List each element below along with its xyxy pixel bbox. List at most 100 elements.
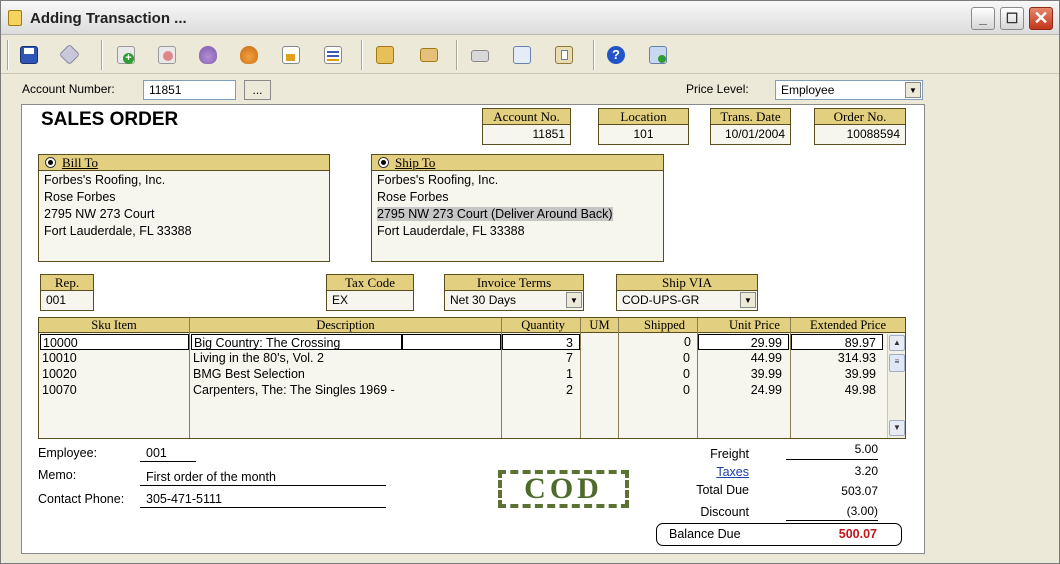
description-cell[interactable]: Big Country: The Crossing (191, 334, 402, 350)
account-no-value[interactable]: 11851 (482, 125, 571, 145)
flask-icon (199, 46, 217, 64)
description-cell[interactable]: BMG Best Selection (193, 366, 499, 382)
toolbar-separator (7, 40, 9, 70)
invoice-terms-value: Net 30 Days (450, 293, 517, 307)
chevron-down-icon[interactable]: ▼ (905, 82, 921, 98)
chevron-down-icon[interactable]: ▼ (889, 420, 905, 436)
delete-button[interactable] (153, 41, 181, 69)
toolbar-separator (101, 40, 103, 70)
unit-price-cell[interactable]: 39.99 (698, 366, 789, 382)
taxes-value: 3.20 (854, 464, 878, 478)
extended-price-cell[interactable]: 314.93 (791, 350, 883, 366)
close-button[interactable]: ✕ (1029, 7, 1053, 30)
preview-button[interactable] (56, 41, 84, 69)
folder-button[interactable] (371, 41, 399, 69)
memo-label: Memo: (38, 468, 77, 482)
quantity-cell[interactable]: 7 (502, 350, 580, 366)
shipped-cell[interactable]: 0 (619, 350, 697, 366)
print-button[interactable] (466, 41, 494, 69)
sku-cell[interactable]: 10020 (42, 366, 187, 382)
save-button[interactable] (15, 41, 43, 69)
balance-due-value: 500.07 (838, 527, 877, 541)
column-sku-item[interactable]: Sku Item (39, 318, 189, 333)
bill-to-header[interactable]: Bill To (38, 154, 330, 171)
freight-label: Freight (710, 447, 749, 461)
help-icon: ? (607, 46, 625, 64)
account-lookup-button[interactable]: ... (244, 80, 271, 100)
report-button[interactable] (319, 41, 347, 69)
extended-price-cell[interactable]: 89.97 (791, 334, 883, 350)
tax-code-value[interactable]: EX (326, 291, 414, 311)
bill-to-radio[interactable] (45, 157, 56, 168)
add-button[interactable]: + (112, 41, 140, 69)
minimize-button[interactable]: _ (971, 7, 995, 30)
column-unit-price[interactable]: Unit Price (698, 318, 790, 333)
bill-to-line: Forbes's Roofing, Inc. (44, 173, 166, 187)
copy-button[interactable] (508, 41, 536, 69)
grid-scrollbar[interactable]: ▲ ≡ ▼ (887, 334, 905, 438)
invoice-terms-select[interactable]: Net 30 Days ▼ (444, 291, 584, 311)
quantity-cell[interactable]: 2 (502, 382, 580, 398)
exit-button[interactable] (644, 41, 672, 69)
flask-check-button[interactable] (235, 41, 263, 69)
price-level-select[interactable]: Employee ▼ (775, 80, 923, 100)
sku-cell[interactable]: 10070 (42, 382, 187, 398)
sku-cell[interactable]: 10000 (40, 334, 189, 350)
taxes-link[interactable]: Taxes (681, 465, 749, 479)
scroll-thumb[interactable]: ≡ (889, 354, 905, 372)
grid-header: Sku Item Description Quantity UM Shipped… (39, 318, 905, 333)
column-extended-price[interactable]: Extended Price (791, 318, 905, 333)
column-shipped[interactable]: Shipped (619, 318, 697, 333)
bill-to-address[interactable]: Forbes's Roofing, Inc. Rose Forbes 2795 … (38, 171, 330, 262)
ship-to-header[interactable]: Ship To (371, 154, 664, 171)
employee-input[interactable]: 001 (140, 444, 196, 462)
discount-value[interactable]: (3.00) (786, 504, 878, 521)
description-cell[interactable]: Living in the 80's, Vol. 2 (193, 350, 499, 366)
column-description[interactable]: Description (190, 318, 501, 333)
report-icon (324, 46, 342, 64)
ship-via-select[interactable]: COD-UPS-GR ▼ (616, 291, 758, 311)
order-no-value[interactable]: 10088594 (814, 125, 906, 145)
location-value[interactable]: 101 (598, 125, 689, 145)
freight-value[interactable]: 5.00 (786, 442, 878, 460)
extended-price-cell[interactable]: 49.98 (791, 382, 883, 398)
chevron-up-icon[interactable]: ▲ (889, 335, 905, 351)
help-button[interactable]: ? (602, 41, 630, 69)
contact-phone-input[interactable]: 305-471-5111 (140, 490, 386, 508)
paste-button[interactable] (550, 41, 578, 69)
unit-price-cell[interactable]: 24.99 (698, 382, 789, 398)
shipped-cell[interactable]: 0 (619, 366, 697, 382)
description-cell[interactable]: Carpenters, The: The Singles 1969 - (193, 382, 499, 398)
sku-cell[interactable]: 10010 (42, 350, 187, 366)
quantity-cell[interactable]: 3 (502, 334, 580, 350)
column-um[interactable]: UM (581, 318, 618, 333)
ship-to-address[interactable]: Forbes's Roofing, Inc. Rose Forbes 2795 … (371, 171, 664, 262)
description-extra-cell[interactable] (402, 334, 501, 350)
account-number-input[interactable]: 11851 (143, 80, 236, 100)
maximize-button[interactable]: ☐ (1000, 7, 1024, 30)
memo-input[interactable]: First order of the month (140, 468, 386, 486)
unit-price-cell[interactable]: 29.99 (698, 334, 789, 350)
envelope-button[interactable] (415, 41, 443, 69)
chevron-down-icon[interactable]: ▼ (566, 292, 582, 308)
quantity-cell[interactable]: 1 (502, 366, 580, 382)
add-icon: + (117, 46, 135, 64)
document-title: SALES ORDER (41, 109, 179, 130)
column-quantity[interactable]: Quantity (502, 318, 580, 333)
trans-date-value[interactable]: 10/01/2004 (710, 125, 791, 145)
transaction-window: Adding Transaction ... _ ☐ ✕ + ? Account… (0, 0, 1060, 564)
unit-price-cell[interactable]: 44.99 (698, 350, 789, 366)
ship-to-radio[interactable] (378, 157, 389, 168)
discount-label: Discount (700, 505, 749, 519)
chevron-down-icon[interactable]: ▼ (740, 292, 756, 308)
cod-stamp: COD (498, 470, 629, 508)
shipped-cell[interactable]: 0 (619, 334, 697, 350)
extended-price-cell[interactable]: 39.99 (791, 366, 883, 382)
title-bar: Adding Transaction ... _ ☐ ✕ (1, 1, 1059, 35)
rep-value[interactable]: 001 (40, 291, 94, 311)
total-due-label: Total Due (696, 483, 749, 497)
bill-to-line: Rose Forbes (44, 190, 116, 204)
export-button[interactable] (277, 41, 305, 69)
flask-button[interactable] (194, 41, 222, 69)
shipped-cell[interactable]: 0 (619, 382, 697, 398)
